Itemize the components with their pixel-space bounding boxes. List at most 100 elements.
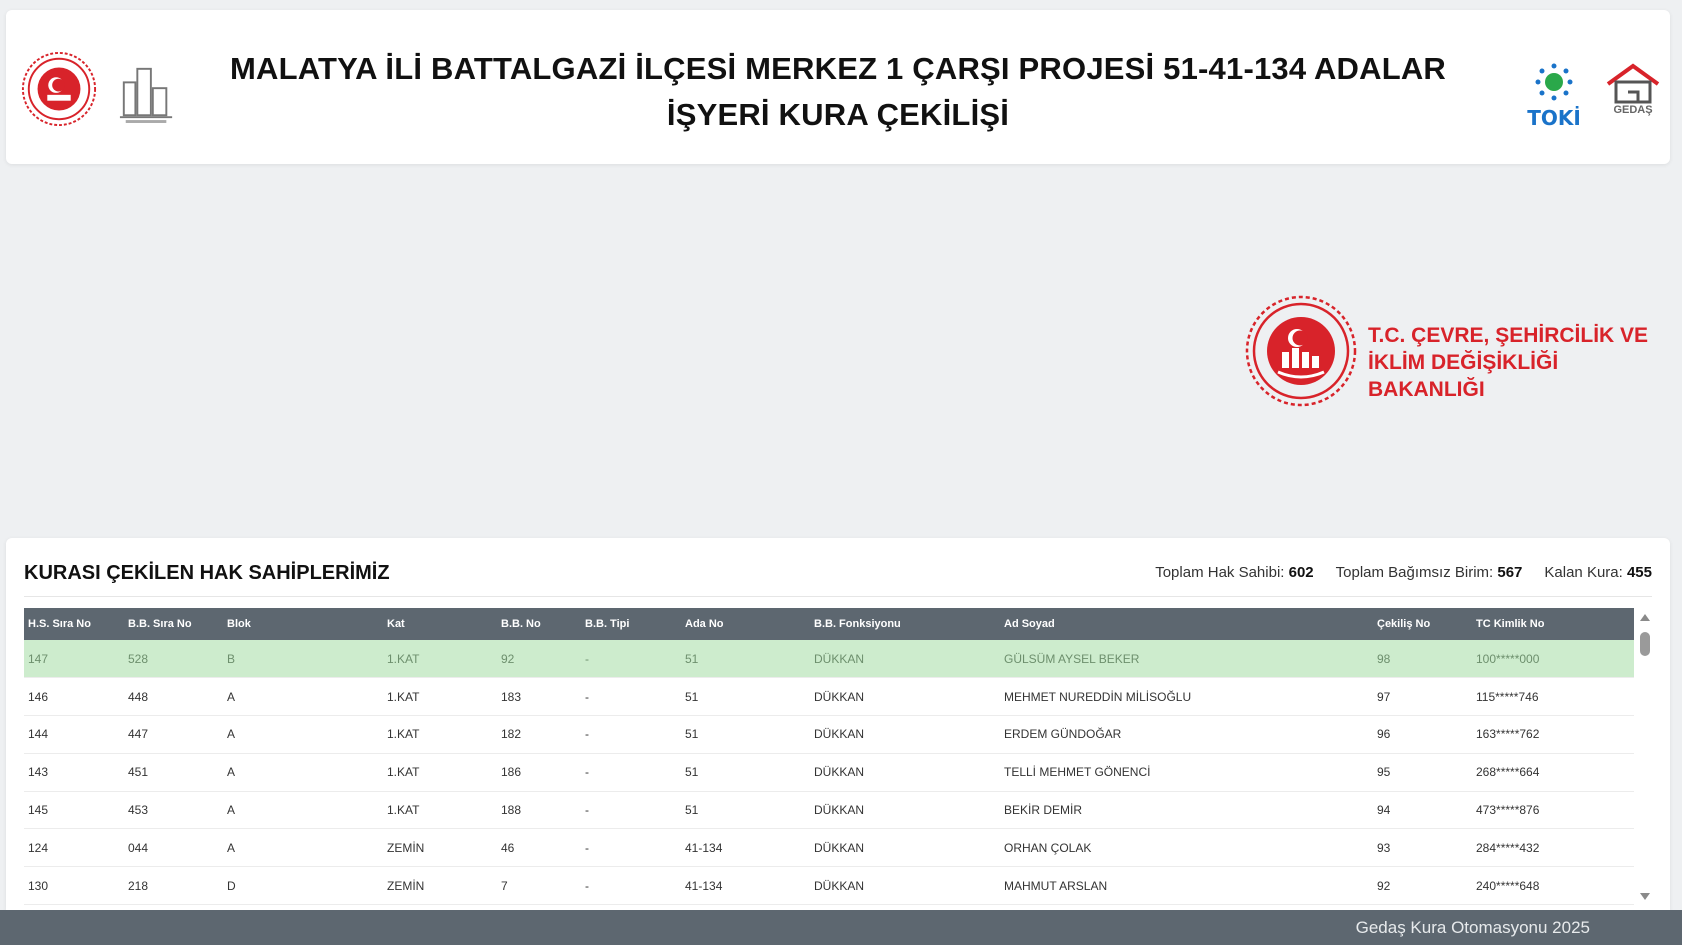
table-cell: - [585,803,589,818]
col-header-kat[interactable]: Kat [383,608,497,640]
col-header-blok[interactable]: Blok [223,608,383,640]
table-row[interactable]: 130 218 D ZEMİN 7 - 41-134 DÜKKAN MAHMUT ARSLAN 9… [24,867,1634,905]
table-cell: ERDEM GÜNDOĞAR [1004,727,1122,742]
table-cell: 1.KAT [387,651,420,666]
stat-total-units: Toplam Bağımsız Birim: 567 [1335,564,1523,581]
table-cell: 1.KAT [387,765,420,780]
table-row[interactable]: 145 453 A 1.KAT 188 - 51 DÜKKAN BEKİR DEMİR 94 473… [24,791,1634,829]
ministry-badge: T.C. ÇEVRE, ŞEHİRCİLİK VE İKLİM DEĞİŞİKL… [1244,292,1674,412]
gedas-logo: GEDAŞ [1602,62,1664,132]
table-cell: ZEMİN [387,878,425,893]
scroll-up-icon[interactable] [1640,614,1650,621]
table-cell: 447 [128,727,149,742]
col-header-cekilis-no[interactable]: Çekiliş No [1373,608,1472,640]
table-cell: ORHAN ÇOLAK [1004,840,1092,855]
table-cell: 94 [1377,803,1391,818]
table-cell: 448 [128,689,149,704]
table-cell: D [227,878,236,893]
table-cell: - [585,689,589,704]
table-cell: A [227,727,236,742]
table-cell: DÜKKAN [814,689,865,704]
table-row[interactable]: 143 451 A 1.KAT 186 - 51 DÜKKAN TELLİ MEHMET GÖN… [24,753,1634,792]
table-row[interactable]: 144 447 A 1.KAT 182 - 51 DÜKKAN ERDEM GÜNDOĞAR 96… [24,716,1634,754]
ministry-name: T.C. ÇEVRE, ŞEHİRCİLİK VE İKLİM DEĞİŞİKL… [1368,322,1678,403]
table-cell: BEKİR DEMİR [1004,803,1083,818]
col-header-hs-sira-no[interactable]: H.S. Sıra No [24,608,124,640]
table-cell: B [227,651,236,666]
table-row[interactable]: 146 448 A 1.KAT 183 - 51 DÜKKAN MEHMET NUREDDİN … [24,678,1634,716]
table-cell: 51 [685,651,699,666]
table-cell: - [585,840,589,855]
table-cell: 182 [501,727,522,742]
table-cell: 51 [685,765,699,780]
table-cell: 130 [28,878,49,893]
table-cell: 7 [501,878,508,893]
col-header-tc-kimlik-no[interactable]: TC Kimlik No [1472,608,1634,640]
table-cell: DÜKKAN [814,878,865,893]
table-scrollbar[interactable] [1636,608,1654,906]
table-cell: 100*****000 [1476,651,1540,666]
panel-divider [24,596,1652,597]
table-cell: DÜKKAN [814,803,865,818]
col-header-bb-sira-no[interactable]: B.B. Sıra No [124,608,223,640]
table-cell: ZEMİN [387,840,425,855]
table-cell: DÜKKAN [814,765,865,780]
table-row[interactable]: 124 044 A ZEMİN 46 - 41-134 DÜKKAN ORHAN ÇOLAK 93… [24,829,1634,867]
table-cell: A [227,840,236,855]
results-table: H.S. Sıra No B.B. Sıra No Blok Kat B.B. … [24,608,1634,905]
table-cell: 51 [685,727,699,742]
table-cell: 1.KAT [387,803,420,818]
col-header-bb-fonksiyonu[interactable]: B.B. Fonksiyonu [810,608,1000,640]
scroll-thumb[interactable] [1640,632,1650,656]
table-header-row: H.S. Sıra No B.B. Sıra No Blok Kat B.B. … [24,608,1634,640]
table-cell: A [227,765,236,780]
results-table-scroll[interactable]: H.S. Sıra No B.B. Sıra No Blok Kat B.B. … [24,608,1634,906]
header-bar: MALATYA İLİ BATTALGAZİ İLÇESİ MERKEZ 1 Ç… [6,10,1670,164]
table-cell: GÜLSÜM AYSEL BEKER [1004,651,1140,666]
table-cell: 92 [1377,878,1391,893]
table-cell: 51 [685,803,699,818]
col-header-ad-soyad[interactable]: Ad Soyad [1000,608,1373,640]
table-cell: 98 [1377,651,1391,666]
scroll-down-icon[interactable] [1640,893,1650,900]
toki-logo: TOKİ [1526,62,1582,132]
table-cell: 268*****664 [1476,765,1540,780]
table-cell: 41-134 [685,840,723,855]
table-cell: 183 [501,689,522,704]
col-header-ada-no[interactable]: Ada No [681,608,810,640]
table-cell: 46 [501,840,515,855]
toki-emblem-icon [1535,63,1573,101]
stat-total-rights-holders: Toplam Hak Sahibi: 602 [1155,564,1314,581]
table-cell: 473*****876 [1476,803,1540,818]
table-cell: - [585,727,589,742]
table-cell: 240*****648 [1476,878,1540,893]
table-cell: 96 [1377,727,1391,742]
gedas-label: GEDAŞ [1613,104,1653,116]
table-cell: 1.KAT [387,727,420,742]
table-cell: A [227,803,236,818]
table-cell: 41-134 [685,878,723,893]
results-title: KURASI ÇEKİLEN HAK SAHİPLERİMİZ [24,562,390,584]
table-cell: DÜKKAN [814,727,865,742]
table-cell: - [585,765,589,780]
table-cell: MEHMET NUREDDİN MİLİSOĞLU [1004,689,1192,704]
table-cell: 451 [128,765,149,780]
col-header-bb-no[interactable]: B.B. No [497,608,581,640]
table-row[interactable]: 147 528 B 1.KAT 92 - 51 DÜKKAN GÜLSÜM AYSEL BEKE… [24,640,1634,678]
table-cell: 453 [128,803,149,818]
table-cell: 1.KAT [387,689,420,704]
table-cell: DÜKKAN [814,651,865,666]
table-cell: MAHMUT ARSLAN [1004,878,1108,893]
ministry-name-line1: T.C. ÇEVRE, ŞEHİRCİLİK VE [1368,324,1649,347]
table-cell: 51 [685,689,699,704]
col-header-bb-tipi[interactable]: B.B. Tipi [581,608,681,640]
table-cell: 143 [28,765,49,780]
table-cell: 284*****432 [1476,840,1540,855]
table-cell: 97 [1377,689,1391,704]
table-cell: 92 [501,651,515,666]
table-cell: 528 [128,651,149,666]
gedas-house-icon [1606,63,1660,104]
table-cell: - [585,878,589,893]
table-cell: 95 [1377,765,1391,780]
page-title: MALATYA İLİ BATTALGAZİ İLÇESİ MERKEZ 1 Ç… [229,51,1447,132]
